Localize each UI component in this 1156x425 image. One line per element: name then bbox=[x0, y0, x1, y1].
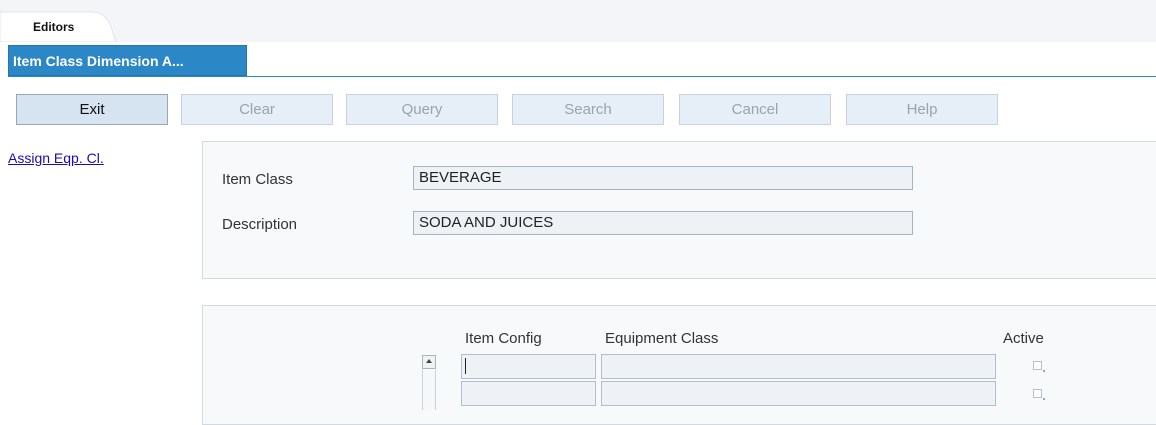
active-checkbox[interactable] bbox=[1033, 361, 1042, 370]
exit-button[interactable]: Exit bbox=[16, 94, 168, 125]
item-class-label: Item Class bbox=[222, 171, 293, 188]
tab-underline bbox=[8, 76, 1156, 77]
tab-item-class-dimension[interactable]: Item Class Dimension A... bbox=[8, 45, 247, 76]
cancel-button[interactable]: Cancel bbox=[679, 94, 831, 125]
assign-eqp-class-link[interactable]: Assign Eqp. Cl. bbox=[8, 150, 104, 166]
equipment-class-cell[interactable] bbox=[601, 354, 996, 379]
column-header-equipment-class: Equipment Class bbox=[605, 330, 719, 347]
description-field[interactable]: SODA AND JUICES bbox=[413, 211, 913, 235]
item-class-header-panel bbox=[202, 141, 1156, 279]
checkbox-focus-dot bbox=[1043, 370, 1045, 372]
item-config-cell[interactable] bbox=[461, 354, 596, 379]
top-strip bbox=[0, 0, 1156, 42]
scroll-up-arrow-icon[interactable] bbox=[422, 355, 436, 369]
search-button[interactable]: Search bbox=[512, 94, 664, 125]
active-checkbox[interactable] bbox=[1033, 389, 1042, 398]
item-config-cell[interactable] bbox=[461, 381, 596, 406]
column-header-active: Active bbox=[1003, 330, 1044, 347]
column-header-item-config: Item Config bbox=[465, 330, 542, 347]
checkbox-focus-dot bbox=[1043, 398, 1045, 400]
grid-scrollbar[interactable] bbox=[422, 370, 436, 410]
description-label: Description bbox=[222, 216, 298, 233]
item-class-field[interactable]: BEVERAGE bbox=[413, 166, 913, 190]
clear-button[interactable]: Clear bbox=[181, 94, 333, 125]
help-button[interactable]: Help bbox=[846, 94, 998, 125]
query-button[interactable]: Query bbox=[346, 94, 498, 125]
editors-tab-label: Editors bbox=[33, 20, 75, 34]
tab-editors[interactable]: Editors bbox=[0, 0, 120, 42]
equipment-class-cell[interactable] bbox=[601, 381, 996, 406]
